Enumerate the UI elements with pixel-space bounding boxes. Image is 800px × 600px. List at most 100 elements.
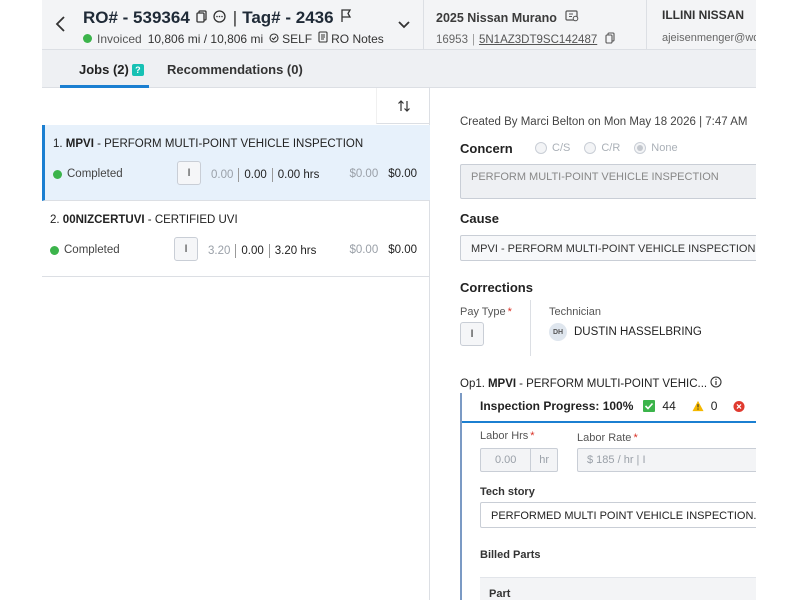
job-code: MPVI: [65, 138, 94, 150]
flag-icon[interactable]: [340, 8, 352, 28]
help-badge-icon[interactable]: ?: [131, 63, 144, 76]
op-description: - PERFORM MULTI-POINT VEHIC...: [519, 377, 708, 390]
job-hours: 3.20 0.00 3.20 hrs: [208, 244, 316, 258]
technician[interactable]: DH DUSTIN HASSELBRING: [549, 323, 702, 341]
job-title: 1. MPVI - PERFORM MULTI-POINT VEHICLE IN…: [53, 138, 363, 150]
header-divider: [423, 0, 424, 50]
job-row[interactable]: 2. 00NIZCERTUVI - CERTIFIED UVI Complete…: [42, 201, 430, 277]
operation-card: Inspection Progress: 100% 44 0 Labor Hrs…: [460, 393, 756, 600]
pay-type-label: Pay Type *: [460, 306, 512, 318]
vin-link[interactable]: 5N1AZ3DT9SC142487: [479, 34, 597, 46]
technician-label: Technician: [549, 306, 601, 318]
ro-status: Invoiced: [97, 31, 142, 46]
pay-type-select[interactable]: I: [460, 322, 484, 346]
cause-field[interactable]: MPVI - PERFORM MULTI-POINT VEHICLE INSPE…: [460, 235, 756, 261]
vehicle-subline: 16953 | 5N1AZ3DT9SC142487: [436, 32, 615, 47]
concern-option-label: None: [651, 142, 678, 154]
required-marker: *: [633, 432, 638, 444]
ro-notes-link[interactable]: RO Notes: [331, 32, 384, 46]
warning-icon: [692, 400, 704, 412]
chat-icon[interactable]: [213, 8, 226, 28]
back-button[interactable]: [52, 13, 70, 35]
completed-dot-icon: [50, 245, 59, 255]
radio-selected-icon: [634, 142, 647, 154]
chevron-down-icon: [398, 21, 410, 29]
vin-separator: |: [471, 33, 475, 46]
ro-subline: Invoiced 10,806 mi / 10,806 mi SELF RO N…: [83, 31, 384, 46]
vehicle-name-row: 2025 Nissan Murano: [436, 10, 579, 25]
job-pay-type[interactable]: I: [177, 161, 201, 185]
labor-rate-label: Labor Rate *: [577, 432, 638, 444]
billed-parts-label: Billed Parts: [480, 549, 541, 561]
labor-hrs-label: Labor Hrs *: [480, 430, 535, 442]
inspection-progress-label: Inspection Progress: 100%: [480, 399, 634, 413]
corrections-divider: [530, 300, 531, 356]
cause-heading: Cause: [460, 211, 500, 226]
tab-recommendations[interactable]: Recommendations (0): [167, 62, 303, 77]
part-column-header: Part: [489, 588, 511, 600]
concern-option-label: C/R: [601, 142, 621, 154]
hours-total: 0.00 hrs: [277, 169, 320, 181]
vehicle-details-icon[interactable]: [565, 10, 579, 25]
required-marker: *: [530, 430, 535, 442]
copy-vin-icon[interactable]: [605, 32, 615, 47]
copy-icon[interactable]: [196, 8, 207, 28]
completed-dot-icon: [53, 169, 62, 179]
labor-hrs-label-text: Labor Hrs: [480, 430, 529, 442]
title-separator: |: [232, 8, 238, 27]
hours-separator: [271, 168, 273, 182]
parts-table-header: Part: [480, 577, 756, 600]
expand-header-button[interactable]: [395, 15, 413, 33]
tab-jobs[interactable]: Jobs (2) ?: [79, 62, 144, 77]
tech-story-input[interactable]: PERFORMED MULTI POINT VEHICLE INSPECTION…: [480, 502, 756, 528]
job-pay-type[interactable]: I: [174, 237, 198, 261]
op-code: MPVI: [487, 377, 517, 390]
job-number: 1.: [53, 138, 63, 150]
labor-rate-label-text: Labor Rate: [577, 432, 632, 444]
job-description: - PERFORM MULTI-POINT VEHICLE INSPECTION: [93, 138, 364, 150]
sort-button[interactable]: [376, 88, 430, 124]
info-icon[interactable]: [710, 376, 722, 391]
user-email[interactable]: ajeisenmenger@wd: [662, 32, 756, 44]
tag-number: Tag# - 2436: [242, 8, 334, 27]
job-hours: 0.00 0.00 0.00 hrs: [211, 168, 319, 182]
labor-hrs-unit: hr: [539, 454, 550, 466]
job-tabs: Jobs (2) ? Recommendations (0): [42, 50, 756, 88]
job-detail-panel: Created By Marci Belton on Mon May 18 20…: [431, 88, 756, 600]
sort-icon: [397, 99, 410, 112]
customer-type: SELF: [282, 31, 313, 46]
job-list: 1. MPVI - PERFORM MULTI-POINT VEHICLE IN…: [42, 88, 430, 600]
vehicle-name: 2025 Nissan Murano: [436, 10, 557, 25]
stock-number: 16953: [436, 33, 468, 46]
concern-option-none[interactable]: None: [634, 142, 678, 154]
count-warning: 0: [710, 399, 718, 413]
tech-story-label: Tech story: [480, 486, 535, 498]
price-a: $0.00: [349, 244, 379, 256]
job-row[interactable]: 1. MPVI - PERFORM MULTI-POINT VEHICLE IN…: [42, 125, 430, 201]
job-status: Completed: [53, 168, 123, 180]
pay-type-label-text: Pay Type: [460, 306, 506, 318]
tab-jobs-label: Jobs (2): [79, 62, 129, 77]
hours-separator: [238, 168, 240, 182]
concern-textarea[interactable]: PERFORM MULTI-POINT VEHICLE INSPECTION: [460, 164, 756, 199]
job-number: 2.: [50, 214, 60, 226]
labor-rate-input[interactable]: $ 185 / hr | I: [577, 448, 756, 472]
job-status-label: Completed: [67, 168, 123, 180]
customer-type-icon: [269, 32, 279, 46]
concern-option-cr[interactable]: C/R: [584, 142, 620, 154]
job-title: 2. 00NIZCERTUVI - CERTIFIED UVI: [50, 214, 238, 226]
price-b: $0.00: [388, 244, 417, 256]
labor-hrs-value: 0.00: [494, 454, 517, 466]
labor-hrs-input[interactable]: 0.00 hr: [480, 448, 558, 472]
concern-option-cs[interactable]: C/S: [535, 142, 570, 154]
concern-options: C/S C/R None: [535, 142, 692, 154]
notes-icon[interactable]: [318, 31, 328, 46]
job-prices: $0.00 $0.00: [349, 168, 417, 180]
radio-icon: [535, 142, 547, 154]
error-icon: [733, 400, 745, 412]
job-status: Completed: [50, 244, 120, 256]
price-b: $0.00: [388, 168, 417, 180]
hours-actual: 0.00: [244, 169, 267, 181]
mileage: 10,806 mi / 10,806 mi: [147, 31, 264, 46]
hours-total: 3.20 hrs: [274, 245, 317, 257]
